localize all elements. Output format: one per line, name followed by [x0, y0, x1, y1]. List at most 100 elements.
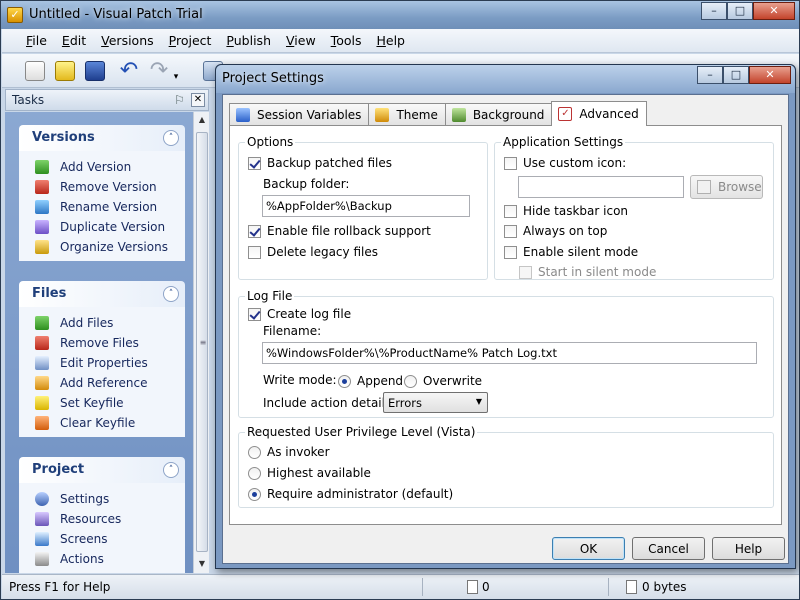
- pin-icon[interactable]: ⚐: [174, 93, 188, 107]
- checkbox-box[interactable]: [248, 307, 261, 321]
- task-set-keyfile[interactable]: Set Keyfile: [19, 393, 185, 413]
- delete-legacy-files-checkbox[interactable]: Delete legacy files: [248, 244, 378, 260]
- task-add-files[interactable]: Add Files: [19, 313, 185, 333]
- collapse-icon[interactable]: ˄: [163, 130, 179, 146]
- task-label: Remove Version: [60, 180, 157, 194]
- checkbox-label: Start in silent mode: [538, 265, 657, 279]
- checkbox-box[interactable]: [504, 204, 517, 218]
- task-remove-files[interactable]: Remove Files: [19, 333, 185, 353]
- task-edit-properties[interactable]: Edit Properties: [19, 353, 185, 373]
- checkbox-box[interactable]: [519, 265, 532, 279]
- task-screens[interactable]: Screens: [19, 529, 185, 549]
- radio-circle[interactable]: [248, 445, 261, 459]
- close-button[interactable]: ✕: [753, 2, 795, 20]
- tab-session-variables[interactable]: Session Variables: [229, 103, 370, 125]
- cancel-button[interactable]: Cancel: [632, 537, 705, 560]
- start-in-silent-mode-checkbox[interactable]: Start in silent mode: [519, 264, 656, 280]
- tab-advanced[interactable]: ✓ Advanced: [551, 101, 647, 126]
- menu-view[interactable]: View: [286, 33, 316, 48]
- minimize-button[interactable]: –: [701, 2, 727, 20]
- collapse-icon[interactable]: ˄: [163, 462, 179, 478]
- checkbox-box[interactable]: [248, 156, 261, 170]
- log-filename-input[interactable]: %WindowsFolder%\%ProductName% Patch Log.…: [262, 342, 757, 364]
- task-settings[interactable]: Settings: [19, 489, 185, 509]
- scroll-thumb[interactable]: ≡: [196, 132, 208, 552]
- task-remove-version[interactable]: Remove Version: [19, 177, 185, 197]
- include-action-details-select[interactable]: Errors ▼: [383, 392, 488, 413]
- undo-button[interactable]: ↶: [116, 58, 142, 84]
- scroll-down-icon[interactable]: ▼: [196, 558, 208, 570]
- menu-versions[interactable]: Versions: [101, 33, 154, 48]
- redo-button[interactable]: ↷: [146, 58, 172, 84]
- maximize-button[interactable]: □: [727, 2, 753, 20]
- open-project-button[interactable]: [52, 58, 78, 84]
- menu-tools[interactable]: Tools: [331, 33, 362, 48]
- dialog-titlebar[interactable]: Project Settings – □ ✕: [216, 65, 795, 93]
- app-icon[interactable]: ✓: [7, 7, 23, 23]
- task-label: Set Keyfile: [60, 396, 124, 410]
- tasks-scrollbar[interactable]: ▲ ≡ ▼: [193, 112, 209, 573]
- hide-taskbar-icon-checkbox[interactable]: Hide taskbar icon: [504, 203, 628, 219]
- task-group-header[interactable]: Project ˄: [19, 457, 185, 483]
- custom-icon-path-input[interactable]: [518, 176, 684, 198]
- main-titlebar[interactable]: ✓ Untitled - Visual Patch Trial – □ ✕: [1, 1, 799, 29]
- checkbox-box[interactable]: [504, 156, 517, 170]
- task-resources[interactable]: Resources: [19, 509, 185, 529]
- task-group-title: Versions: [32, 130, 95, 145]
- checkbox-box[interactable]: [248, 245, 261, 259]
- scroll-up-icon[interactable]: ▲: [196, 114, 208, 126]
- create-log-file-checkbox[interactable]: Create log file: [248, 306, 351, 322]
- enable-silent-mode-checkbox[interactable]: Enable silent mode: [504, 244, 638, 260]
- dialog-minimize-button[interactable]: –: [697, 66, 723, 84]
- radio-label: Require administrator (default): [267, 487, 454, 501]
- menu-file[interactable]: File: [26, 33, 47, 48]
- checkbox-label: Backup patched files: [267, 156, 393, 170]
- task-rename-version[interactable]: Rename Version: [19, 197, 185, 217]
- write-mode-label: Write mode:: [263, 373, 337, 387]
- checkbox-box[interactable]: [504, 224, 517, 238]
- task-group-header[interactable]: Files ˄: [19, 281, 185, 307]
- task-group-header[interactable]: Versions ˄: [19, 125, 185, 151]
- collapse-icon[interactable]: ˄: [163, 286, 179, 302]
- task-add-version[interactable]: Add Version: [19, 157, 185, 177]
- menu-publish[interactable]: Publish: [226, 33, 271, 48]
- menu-edit[interactable]: Edit: [62, 33, 86, 48]
- privilege-require-admin-radio[interactable]: Require administrator (default): [248, 486, 453, 502]
- new-project-button[interactable]: [22, 58, 48, 84]
- backup-patched-files-checkbox[interactable]: Backup patched files: [248, 155, 392, 171]
- backup-folder-input[interactable]: %AppFolder%\Backup: [262, 195, 470, 217]
- ok-button[interactable]: OK: [552, 537, 625, 560]
- dialog-close-button[interactable]: ✕: [749, 66, 791, 84]
- radio-circle[interactable]: [338, 374, 351, 388]
- redo-dropdown[interactable]: ▾: [170, 58, 182, 84]
- menu-help[interactable]: Help: [376, 33, 405, 48]
- always-on-top-checkbox[interactable]: Always on top: [504, 223, 607, 239]
- radio-circle[interactable]: [248, 487, 261, 501]
- task-organize-versions[interactable]: Organize Versions: [19, 237, 185, 257]
- help-button[interactable]: Help: [712, 537, 785, 560]
- checkbox-box[interactable]: [504, 245, 517, 259]
- radio-circle[interactable]: [404, 374, 417, 388]
- use-custom-icon-checkbox[interactable]: Use custom icon:: [504, 155, 626, 171]
- save-button[interactable]: [82, 58, 108, 84]
- task-actions[interactable]: Actions: [19, 549, 185, 569]
- tab-theme[interactable]: Theme: [368, 103, 446, 125]
- privilege-as-invoker-radio[interactable]: As invoker: [248, 444, 330, 460]
- browse-icon: [697, 180, 711, 194]
- write-mode-overwrite-radio[interactable]: Overwrite: [404, 373, 482, 389]
- browse-button[interactable]: Browse: [690, 175, 763, 199]
- enable-rollback-checkbox[interactable]: Enable file rollback support: [248, 223, 431, 239]
- task-label: Edit Properties: [60, 356, 148, 370]
- task-duplicate-version[interactable]: Duplicate Version: [19, 217, 185, 237]
- tab-background[interactable]: Background: [444, 103, 553, 125]
- task-clear-keyfile[interactable]: Clear Keyfile: [19, 413, 185, 433]
- write-mode-append-radio[interactable]: Append: [338, 373, 403, 389]
- task-label: Settings: [60, 492, 110, 506]
- dialog-maximize-button[interactable]: □: [723, 66, 749, 84]
- task-add-reference[interactable]: Add Reference: [19, 373, 185, 393]
- tasks-close-button[interactable]: ✕: [191, 93, 205, 107]
- menu-project[interactable]: Project: [169, 33, 212, 48]
- privilege-highest-available-radio[interactable]: Highest available: [248, 465, 371, 481]
- checkbox-box[interactable]: [248, 224, 261, 238]
- radio-circle[interactable]: [248, 466, 261, 480]
